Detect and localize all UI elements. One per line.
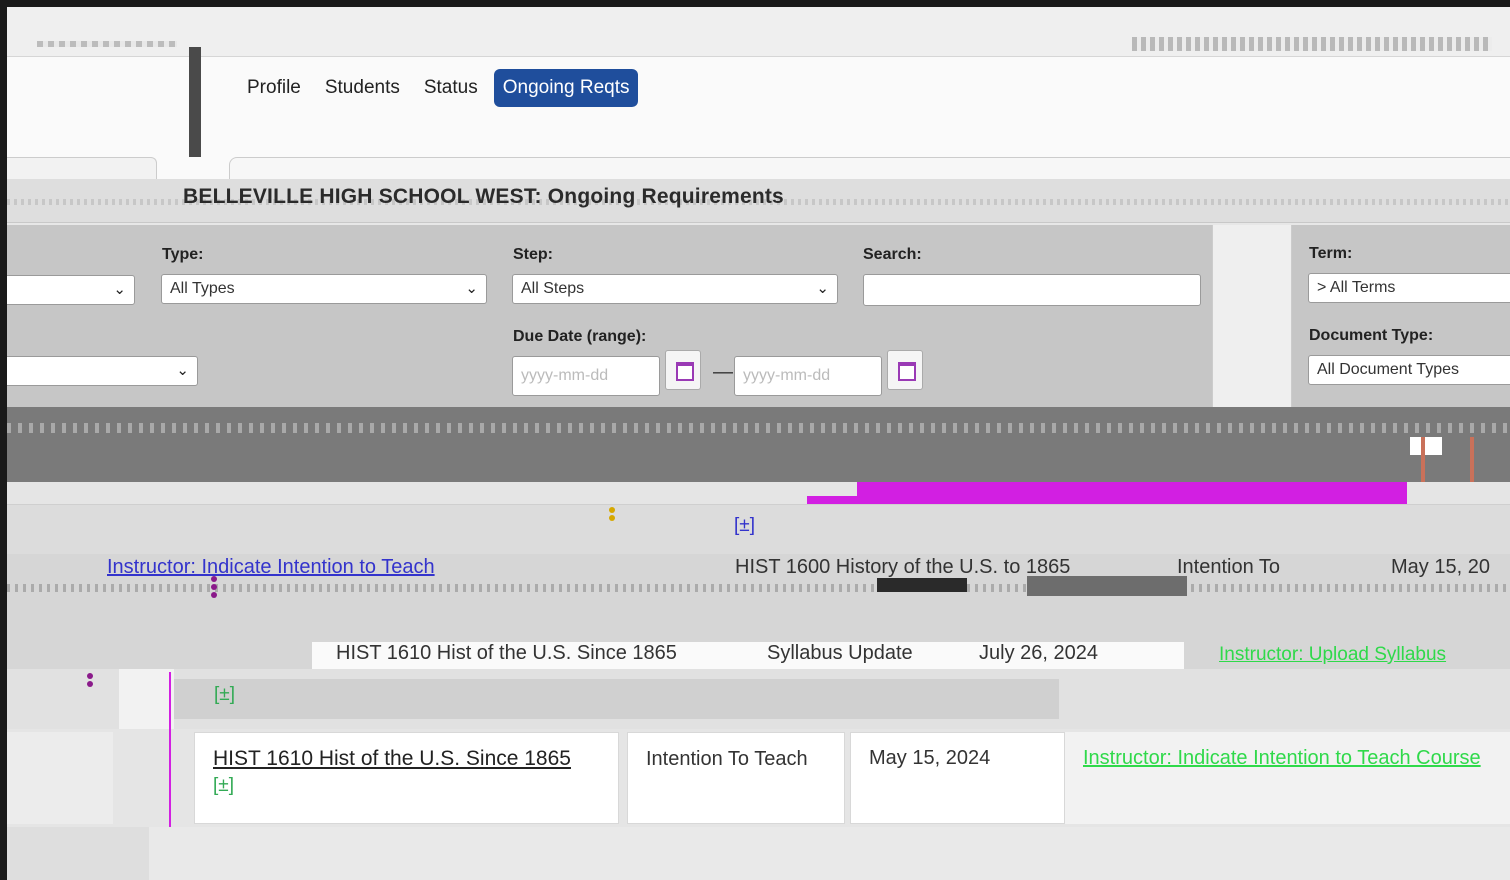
date-cell: July 26, 2024 (969, 642, 1184, 672)
due-date: May 15, 20 (1391, 556, 1490, 578)
render-artifact (1421, 437, 1425, 482)
calendar-icon[interactable] (665, 350, 701, 390)
render-artifact (119, 669, 174, 729)
row-menu-icon[interactable] (87, 673, 93, 695)
main-nav: Profile Students Status Ongoing Reqts (7, 47, 1510, 177)
step-cell: Intention To Teach (627, 732, 845, 824)
row-menu-icon[interactable] (211, 576, 217, 598)
render-artifact (7, 423, 1510, 433)
step-select[interactable]: All Steps ⌄ (512, 274, 838, 304)
row-action-link[interactable]: Instructor: Upload Syllabus (1219, 644, 1446, 666)
term-label: Term: (1309, 245, 1353, 262)
expand-toggle[interactable]: [±] (214, 684, 235, 706)
due-date-from-input[interactable]: yyyy-mm-dd (512, 356, 660, 396)
chevron-down-icon: ⌄ (465, 280, 478, 297)
footer-side-panel (7, 827, 149, 880)
search-label: Search: (863, 246, 922, 263)
tab-students[interactable]: Students (317, 70, 408, 106)
app-frame: Profile Students Status Ongoing Reqts BE… (7, 7, 1510, 880)
render-artifact (807, 496, 867, 504)
step-name: Intention To Teach (646, 748, 808, 770)
filter-select-left[interactable]: ⌄ (7, 275, 135, 305)
tab-ongoing-reqts[interactable]: Ongoing Reqts (493, 69, 639, 107)
render-artifact (1410, 437, 1442, 455)
due-date-label: Due Date (range): (513, 328, 647, 345)
table-header-band (7, 407, 1510, 482)
course-name[interactable]: HIST 1610 Hist of the U.S. Since 1865 (213, 747, 571, 771)
document-type-label: Document Type: (1309, 327, 1434, 344)
course-name[interactable]: HIST 1610 Hist of the U.S. Since 1865 (312, 642, 677, 664)
render-artifact (857, 482, 1407, 504)
term-select[interactable]: > All Terms (1308, 273, 1510, 303)
table-footer (7, 827, 1510, 880)
document-type-select[interactable]: All Document Types (1308, 355, 1510, 385)
type-select[interactable]: All Types ⌄ (161, 274, 487, 304)
row-menu-icon[interactable] (609, 507, 615, 529)
term-select-value: > All Terms (1317, 279, 1396, 296)
type-select-value: All Types (170, 280, 235, 297)
expand-toggle[interactable]: [±] (734, 515, 755, 537)
tab-status[interactable]: Status (416, 70, 486, 106)
due-date: July 26, 2024 (979, 642, 1098, 664)
document-type-value: All Document Types (1317, 361, 1459, 378)
type-label: Type: (162, 246, 204, 263)
chevron-down-icon: ⌄ (113, 281, 126, 298)
row-action-link[interactable]: Instructor: Indicate Intention to Teach (107, 556, 435, 579)
row-action-link[interactable]: Instructor: Indicate Intention to Teach … (1083, 746, 1493, 771)
render-artifact (1470, 437, 1474, 482)
tab-profile[interactable]: Profile (239, 70, 309, 106)
table-row: [±] (7, 504, 1510, 554)
page-title: BELLEVILLE HIGH SCHOOL WEST: Ongoing Req… (183, 185, 784, 208)
date-cell: May 15, 2024 (850, 732, 1065, 824)
action-cell: Instructor: Indicate Intention to Teach … (1065, 732, 1510, 824)
calendar-icon[interactable] (887, 350, 923, 390)
filter-select-left-2[interactable]: ⌄ (7, 356, 198, 386)
top-header (7, 7, 1510, 57)
course-cell: HIST 1610 Hist of the U.S. Since 1865 [±… (194, 732, 619, 824)
filter-spacer-panel (1212, 225, 1292, 420)
row-background (7, 732, 113, 824)
render-artifact (7, 584, 1510, 592)
user-menu[interactable] (1132, 37, 1492, 51)
table-row: Instructor: Indicate Intention to Teach … (7, 554, 1510, 672)
step-select-value: All Steps (521, 280, 585, 297)
course-name[interactable]: HIST 1600 History of the U.S. to 1865 (735, 556, 1070, 579)
page-header: BELLEVILLE HIGH SCHOOL WEST: Ongoing Req… (7, 179, 1510, 223)
chevron-down-icon: ⌄ (176, 362, 189, 379)
due-date: May 15, 2024 (869, 747, 991, 769)
row-background: [±] (174, 679, 1059, 719)
app-logo (37, 41, 177, 47)
table-row: [±] (7, 669, 1510, 729)
step-label: Step: (513, 246, 553, 263)
render-artifact (877, 578, 967, 592)
expand-toggle[interactable]: [±] (213, 775, 234, 797)
date-range-separator: — (713, 361, 733, 383)
step-name: Intention To (1177, 556, 1281, 578)
chevron-down-icon: ⌄ (816, 280, 829, 297)
requirements-table: [±] Instructor: Indicate Intention to Te… (7, 482, 1510, 880)
course-cell: HIST 1610 Hist of the U.S. Since 1865 (312, 642, 747, 672)
render-artifact (1027, 576, 1187, 596)
nav-tabs: Profile Students Status Ongoing Reqts (239, 69, 639, 107)
search-input[interactable] (863, 274, 1201, 306)
step-cell: Syllabus Update (747, 642, 969, 672)
due-date-to-input[interactable]: yyyy-mm-dd (734, 356, 882, 396)
step-name: Syllabus Update (767, 642, 913, 664)
